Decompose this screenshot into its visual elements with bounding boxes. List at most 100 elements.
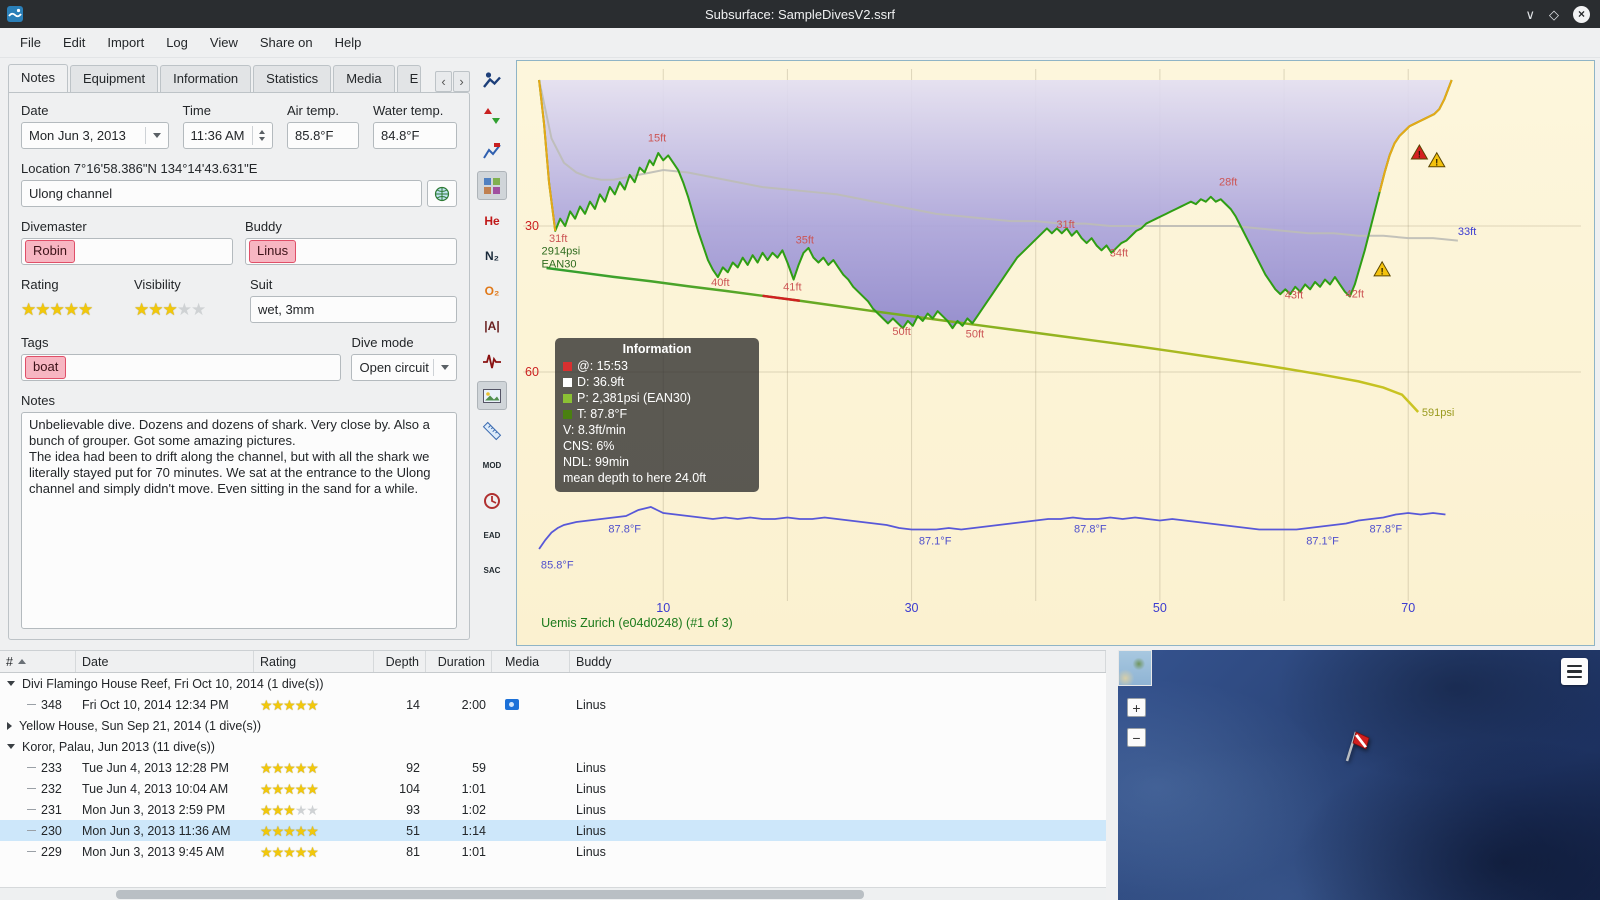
column-header-buddy[interactable]: Buddy xyxy=(570,651,1106,672)
notes-textarea[interactable]: Unbelievable dive. Dozens and dozens of … xyxy=(21,412,457,629)
map-zoom-out-button[interactable]: − xyxy=(1127,728,1146,747)
map-zoom-in-button[interactable]: + xyxy=(1127,698,1146,717)
expand-chevron-icon[interactable] xyxy=(7,721,12,730)
tag-chip[interactable]: boat xyxy=(25,356,67,379)
dc-ceiling-icon[interactable] xyxy=(477,101,507,130)
heartrate-icon[interactable] xyxy=(477,346,507,375)
star-empty-icon[interactable]: ★ xyxy=(177,301,192,318)
media-icon[interactable] xyxy=(505,699,519,710)
star-filled-icon[interactable]: ★ xyxy=(163,301,178,318)
buddy-chip[interactable]: Linus xyxy=(249,240,297,263)
tab-scroll-left-icon[interactable]: ‹ xyxy=(435,71,452,92)
column-header-rating[interactable]: Rating xyxy=(254,651,374,672)
tab-e[interactable]: E xyxy=(396,65,421,92)
time-spinbox[interactable]: 11:36 AM xyxy=(182,122,273,149)
column-header-duration[interactable]: Duration xyxy=(426,651,492,672)
date-combobox[interactable]: Mon Jun 3, 2013 xyxy=(21,122,169,149)
dive-row[interactable]: 232 Tue Jun 4, 2013 10:04 AM ★ ★ ★ ★ ★ 104 1:01 L… xyxy=(0,778,1106,799)
column-header-depth[interactable]: Depth xyxy=(374,651,426,672)
star-filled-icon[interactable]: ★ xyxy=(35,301,50,318)
tab-scroll-right-icon[interactable]: › xyxy=(453,71,470,92)
dive-row[interactable]: 230 Mon Jun 3, 2013 11:36 AM ★ ★ ★ ★ ★ 51 1:14 Li… xyxy=(0,820,1106,841)
air-temp-field[interactable] xyxy=(287,122,359,149)
dive-row[interactable]: 233 Tue Jun 4, 2013 12:28 PM ★ ★ ★ ★ ★ 92 59 Linu… xyxy=(0,757,1106,778)
tab-statistics[interactable]: Statistics xyxy=(253,65,332,92)
yellow-warning-icon[interactable]: ! xyxy=(1427,151,1446,168)
dive-profile-chart[interactable]: 15ft 40ft 41ft 35ft 50ft 50ft 31ft 34ft 28ft 43ft… xyxy=(516,60,1595,646)
rating-stars[interactable]: ★ ★ ★ ★ ★ xyxy=(21,296,126,323)
calculated-ceiling-icon[interactable] xyxy=(477,171,507,200)
mod-icon[interactable]: MOD xyxy=(477,451,507,480)
svg-text:10: 10 xyxy=(656,601,670,615)
svg-text:70: 70 xyxy=(1401,601,1415,615)
map-overview-thumbnail[interactable] xyxy=(1118,650,1152,686)
splitter[interactable] xyxy=(1106,650,1118,900)
close-icon[interactable]: × xyxy=(1573,5,1590,23)
star-empty-icon[interactable]: ★ xyxy=(191,301,206,318)
visibility-stars[interactable]: ★ ★ ★ ★ ★ xyxy=(134,296,242,323)
map-view[interactable]: + − xyxy=(1118,650,1600,900)
deco-time-icon[interactable] xyxy=(477,486,507,515)
n2-graph-icon[interactable]: N₂ xyxy=(477,241,507,270)
menu-view[interactable]: View xyxy=(200,31,248,54)
star-filled-icon[interactable]: ★ xyxy=(21,301,36,318)
dive-mode-combobox[interactable]: Open circuit xyxy=(351,354,457,381)
tab-information[interactable]: Information xyxy=(160,65,252,92)
collapse-chevron-icon[interactable] xyxy=(7,744,15,749)
star-filled-icon[interactable]: ★ xyxy=(148,301,163,318)
maximize-icon[interactable]: ◇ xyxy=(1549,8,1559,21)
scrollbar-thumb[interactable] xyxy=(116,890,864,899)
star-filled-icon[interactable]: ★ xyxy=(64,301,79,318)
menu-file[interactable]: File xyxy=(10,31,51,54)
o2-graph-icon[interactable]: O₂ xyxy=(477,276,507,305)
tab-media[interactable]: Media xyxy=(333,65,395,92)
map-menu-button[interactable] xyxy=(1561,658,1588,685)
edit-dive-site-button[interactable] xyxy=(427,180,457,207)
menu-edit[interactable]: Edit xyxy=(53,31,95,54)
trip-row[interactable]: Koror, Palau, Jun 2013 (11 dive(s)) xyxy=(0,736,1106,757)
suit-field[interactable] xyxy=(250,296,457,323)
dive-site-flag-marker[interactable] xyxy=(1340,728,1372,767)
water-temp-field[interactable] xyxy=(373,122,457,149)
menu-import[interactable]: Import xyxy=(97,31,154,54)
ruler-icon[interactable] xyxy=(477,416,507,445)
yellow-warning-icon[interactable]: ! xyxy=(1373,260,1392,277)
sac-icon[interactable]: SAC xyxy=(477,556,507,585)
star-filled-icon: ★ xyxy=(271,696,285,713)
dive-row[interactable]: 348 Fri Oct 10, 2014 12:34 PM ★ ★ ★ ★ ★ 14 2:00 L… xyxy=(0,694,1106,715)
divemaster-chip[interactable]: Robin xyxy=(25,240,75,263)
tissues-graph-icon[interactable] xyxy=(477,136,507,165)
ead-icon[interactable]: EAD xyxy=(477,521,507,550)
he-graph-icon[interactable]: He xyxy=(477,206,507,235)
star-filled-icon[interactable]: ★ xyxy=(134,301,149,318)
tab-notes[interactable]: Notes xyxy=(8,64,68,92)
buddy-field[interactable]: Linus xyxy=(245,238,457,265)
column-header-num[interactable]: # xyxy=(0,651,76,672)
trip-row[interactable]: Divi Flamingo House Reef, Fri Oct 10, 20… xyxy=(0,673,1106,694)
star-filled-icon: ★ xyxy=(283,759,296,776)
menu-share-on[interactable]: Share on xyxy=(250,31,323,54)
red-warning-icon[interactable]: ! xyxy=(1410,143,1429,160)
tags-field[interactable]: boat xyxy=(21,354,342,381)
star-filled-icon[interactable]: ★ xyxy=(50,301,65,318)
menu-log[interactable]: Log xyxy=(156,31,198,54)
collapse-chevron-icon[interactable] xyxy=(7,681,15,686)
column-header-media[interactable]: Media xyxy=(492,651,570,672)
dive-events-icon[interactable] xyxy=(477,66,507,95)
tags-label: Tags xyxy=(21,335,49,350)
menu-help[interactable]: Help xyxy=(325,31,372,54)
divemaster-field[interactable]: Robin xyxy=(21,238,233,265)
photos-toggle-icon[interactable] xyxy=(477,381,507,410)
spinner-arrows-icon[interactable] xyxy=(252,126,265,145)
dive-row[interactable]: 231 Mon Jun 3, 2013 2:59 PM ★ ★ ★ ★ ★ 93 1:02 Lin… xyxy=(0,799,1106,820)
dive-row[interactable]: 229 Mon Jun 3, 2013 9:45 AM ★ ★ ★ ★ ★ 81 1:01 Lin… xyxy=(0,841,1106,862)
star-filled-icon[interactable]: ★ xyxy=(78,301,93,318)
minimize-icon[interactable]: ∨ xyxy=(1525,8,1535,21)
tab-equipment[interactable]: Equipment xyxy=(69,65,159,92)
location-field[interactable] xyxy=(21,180,422,207)
column-header-date[interactable]: Date xyxy=(76,651,254,672)
trip-row[interactable]: Yellow House, Sun Sep 21, 2014 (1 dive(s… xyxy=(0,715,1106,736)
svg-text:Uemis Zurich (e04d0248) (#1 of: Uemis Zurich (e04d0248) (#1 of 3) xyxy=(541,616,733,630)
air-graph-icon[interactable]: |A| xyxy=(477,311,507,340)
horizontal-scrollbar[interactable] xyxy=(0,887,1106,900)
